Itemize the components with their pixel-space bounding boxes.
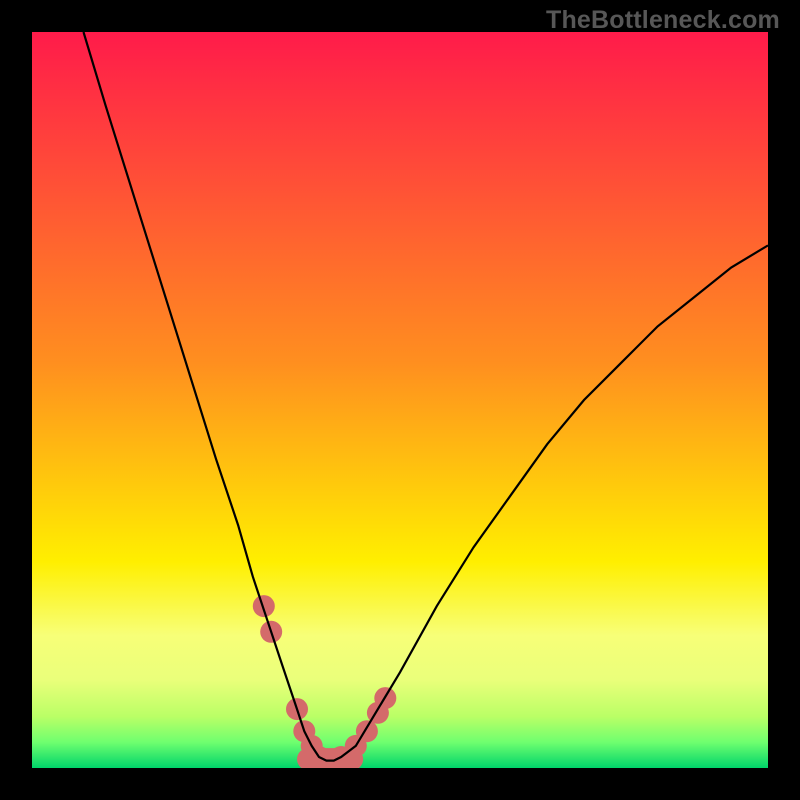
plot-area [32,32,768,768]
watermark-label: TheBottleneck.com [546,6,780,35]
gradient-background [32,32,768,768]
chart-frame: TheBottleneck.com [0,0,800,800]
bottleneck-chart-svg [32,32,768,768]
highlight-dot [253,595,275,617]
